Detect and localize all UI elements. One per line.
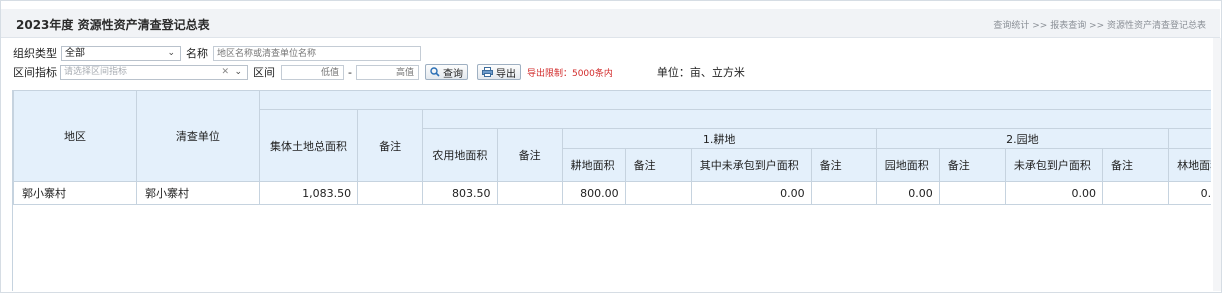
cell-note [810, 181, 877, 205]
header-top-band [258, 90, 1211, 110]
cell-cultivated-area: 800.00 [561, 181, 626, 205]
export-button[interactable]: 导出 [476, 64, 521, 80]
page-title: 2023年度 资源性资产清查登记总表 [16, 18, 210, 32]
filter-row-1: 组织类型 全部 ⌄ 名称 [13, 45, 421, 61]
header-note: 备注 [624, 148, 692, 182]
range-dash: - [348, 65, 352, 79]
header-note: 备注 [810, 148, 877, 182]
breadcrumb[interactable]: 查询统计 >> 报表查询 >> 资源性资产清查登记总表 [993, 18, 1206, 31]
range-indicator-label: 区间指标 [13, 66, 57, 79]
header-band-2 [422, 109, 1211, 129]
query-button[interactable]: 查询 [424, 64, 468, 80]
vertical-scrollbar[interactable] [1213, 38, 1221, 291]
org-type-label: 组织类型 [13, 47, 57, 60]
header-group-garden: 2.园地 [875, 128, 1170, 149]
cell-unit: 郭小寨村 [135, 181, 260, 205]
unit-note: 单位：亩、立方米 [656, 66, 745, 79]
export-limit-note: 导出限制：5000条内 [526, 68, 613, 79]
clear-icon[interactable]: ✕ [221, 66, 229, 79]
header-note: 备注 [938, 148, 1006, 182]
range-label: 区间 [253, 66, 275, 79]
page-header: 2023年度 资源性资产清查登记总表 查询统计 >> 报表查询 >> 资源性资产… [1, 9, 1220, 38]
org-type-value: 全部 [65, 47, 85, 59]
header-note: 备注 [357, 109, 424, 182]
cell-farm-area: 803.50 [422, 181, 498, 205]
cell-note [1101, 181, 1170, 205]
header-unit: 清查单位 [135, 90, 260, 182]
high-value-input[interactable] [355, 64, 419, 80]
header-cultivated-area: 耕地面积 [561, 148, 626, 182]
printer-icon [481, 67, 493, 77]
chevron-down-icon: ⌄ [234, 66, 242, 77]
range-indicator-placeholder: 请选择区间指标 [64, 66, 128, 77]
header-group-forest [1168, 128, 1211, 149]
header-region: 地区 [13, 90, 137, 182]
cell-forest-area: 0.00 [1168, 181, 1211, 205]
cell-garden-area: 0.00 [875, 181, 940, 205]
cell-note [938, 181, 1006, 205]
cell-region: 郭小寨村 [13, 181, 137, 205]
table-row[interactable]: 郭小寨村 郭小寨村 1,083.50 803.50 800.00 0.00 0.… [13, 181, 1211, 205]
header-garden-area: 园地面积 [875, 148, 940, 182]
filter-row-2: 区间指标 请选择区间指标 ✕ ⌄ 区间 - 查询 导出 导出限制：5000条内 … [13, 64, 745, 80]
query-button-label: 查询 [442, 68, 463, 80]
range-indicator-select[interactable]: 请选择区间指标 ✕ ⌄ [60, 64, 248, 80]
header-uncontracted-area: 其中未承包到户面积 [690, 148, 812, 182]
report-table-container: 地区 清查单位 集体土地总面积 备注 农用地面积 备注 1.耕地 2.园地 耕地… [12, 90, 1211, 291]
search-icon [430, 67, 440, 77]
header-farm-area: 农用地面积 [422, 128, 498, 182]
header-uncontracted-area-2: 未承包到户面积 [1004, 148, 1103, 182]
chevron-down-icon: ⌄ [167, 47, 175, 58]
header-forest-area: 林地面积 [1168, 148, 1211, 182]
cell-uncontracted-area: 0.00 [690, 181, 812, 205]
header-total-area: 集体土地总面积 [258, 109, 359, 182]
low-value-input[interactable] [281, 64, 344, 80]
header-note: 备注 [496, 128, 563, 182]
cell-total-area: 1,083.50 [258, 181, 359, 205]
header-note: 备注 [1101, 148, 1170, 182]
header-group-cultivated: 1.耕地 [561, 128, 877, 149]
org-type-select[interactable]: 全部 ⌄ [61, 45, 181, 61]
cell-uncontracted-area-2: 0.00 [1004, 181, 1103, 205]
cell-note [357, 181, 424, 205]
report-table: 地区 清查单位 集体土地总面积 备注 农用地面积 备注 1.耕地 2.园地 耕地… [13, 90, 1211, 205]
export-button-label: 导出 [495, 68, 516, 80]
cell-note [624, 181, 692, 205]
name-search-input[interactable] [213, 45, 421, 61]
cell-note [496, 181, 563, 205]
name-label: 名称 [186, 47, 208, 60]
